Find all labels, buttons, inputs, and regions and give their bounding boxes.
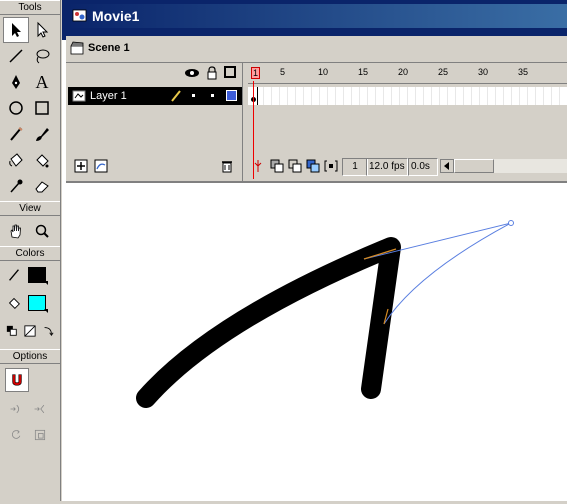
rotate-scale-row — [5, 424, 55, 446]
ruler-number: 10 — [318, 67, 329, 77]
eraser-tool-icon[interactable] — [29, 173, 55, 199]
subselect-tool-icon[interactable] — [29, 17, 55, 43]
colors-header: Colors — [0, 246, 60, 261]
options-area — [0, 364, 60, 450]
ruler-number: 20 — [398, 67, 409, 77]
layer-panel: Layer 1 — [66, 63, 243, 181]
ruler-number: 25 — [438, 67, 449, 77]
frame-row[interactable] — [248, 87, 567, 105]
smooth-straighten-row — [5, 398, 55, 420]
fill-bucket-icon — [4, 295, 24, 311]
no-color-icon[interactable] — [22, 323, 37, 339]
scroll-left-arrow-icon[interactable] — [440, 159, 454, 173]
layer-buttons — [66, 157, 242, 177]
tools-header: Tools — [0, 0, 60, 15]
text-tool-icon[interactable]: A — [29, 69, 55, 95]
tool-grid: A — [0, 15, 60, 201]
ink-bottle-tool-icon[interactable] — [3, 147, 29, 173]
lock-icon[interactable] — [206, 66, 218, 83]
frame-ruler[interactable]: 1 5 10 15 20 25 30 35 — [248, 63, 567, 84]
delete-layer-icon[interactable] — [220, 159, 234, 176]
paint-bucket-tool-icon[interactable] — [29, 147, 55, 173]
show-hide-eye-icon[interactable] — [184, 67, 200, 82]
view-grid — [0, 216, 60, 246]
edit-multiple-frames-icon[interactable] — [306, 159, 320, 176]
ruler-number: 5 — [280, 67, 286, 77]
elapsed-time: 0.0s — [408, 158, 438, 176]
line-tool-icon[interactable] — [3, 43, 29, 69]
dropper-tool-icon[interactable] — [3, 173, 29, 199]
visibility-dot[interactable] — [192, 94, 195, 97]
text-tool-glyph: A — [35, 71, 49, 92]
scale-icon[interactable] — [29, 424, 51, 446]
view-header: View — [0, 201, 60, 216]
options-header: Options — [0, 349, 60, 364]
brush-tool-icon[interactable] — [29, 121, 55, 147]
outline-toggle-icon[interactable] — [224, 66, 236, 78]
ruler-number: 15 — [358, 67, 369, 77]
snap-magnet-icon[interactable] — [5, 368, 29, 392]
edit-pencil-icon — [170, 89, 182, 106]
lock-dot[interactable] — [211, 94, 214, 97]
center-frame-icon[interactable] — [252, 159, 264, 176]
rectangle-tool-icon[interactable] — [29, 95, 55, 121]
clapperboard-icon — [70, 41, 84, 55]
stroke-pencil-icon — [4, 267, 24, 283]
pen-tool-icon[interactable] — [3, 69, 29, 95]
layer-name[interactable]: Layer 1 — [90, 90, 127, 102]
timeline: Layer 1 1 5 10 15 20 25 30 35 1 12.0 fps… — [66, 63, 567, 183]
layer-header — [66, 63, 242, 85]
onion-skin-outlines-icon[interactable] — [288, 159, 302, 176]
stage-drawing — [136, 220, 514, 408]
brush-stroke — [136, 237, 401, 408]
lasso-tool-icon[interactable] — [29, 43, 55, 69]
ruler-number: 1 — [251, 67, 261, 79]
timeline-scrollbar-track[interactable] — [494, 159, 567, 173]
swap-colors-icon[interactable] — [41, 323, 56, 339]
document-window: Movie1 Scene 1 Layer 1 1 5 10 15 20 25 3… — [62, 0, 567, 501]
hand-tool-icon[interactable] — [3, 218, 29, 244]
add-guide-layer-icon[interactable] — [94, 159, 108, 176]
tools-panel: Tools A View Colors Options — [0, 0, 61, 501]
timeline-scrollbar-thumb[interactable] — [454, 159, 494, 173]
fill-color-swatch[interactable] — [28, 295, 48, 313]
color-options-row — [0, 317, 60, 345]
smooth-icon[interactable] — [5, 398, 27, 420]
layer-outline-color[interactable] — [226, 90, 237, 101]
stage-canvas[interactable] — [66, 184, 567, 501]
layer-icon — [72, 90, 86, 105]
frame-rate[interactable]: 12.0 fps — [366, 158, 408, 176]
title-bar[interactable]: Movie1 — [62, 0, 567, 40]
onion-skin-icon[interactable] — [270, 159, 284, 176]
arrow-tool-icon[interactable] — [3, 17, 29, 43]
timeline-status-bar: 1 12.0 fps 0.0s — [248, 157, 567, 177]
rotate-icon[interactable] — [5, 424, 27, 446]
zoom-tool-icon[interactable] — [29, 218, 55, 244]
title-bar-gradient: Movie1 — [66, 4, 567, 28]
pencil-tool-icon[interactable] — [3, 121, 29, 147]
stroke-color-row — [0, 261, 60, 289]
anchor-point — [508, 220, 514, 226]
flash-document-icon — [72, 9, 87, 22]
scene-label[interactable]: Scene 1 — [88, 42, 130, 54]
default-colors-icon[interactable] — [4, 323, 19, 339]
insert-layer-icon[interactable] — [74, 159, 88, 176]
ruler-number: 35 — [518, 67, 529, 77]
current-frame: 1 — [342, 158, 368, 176]
scene-bar: Scene 1 — [66, 36, 567, 63]
modify-onion-markers-icon[interactable] — [324, 159, 338, 176]
oval-tool-icon[interactable] — [3, 95, 29, 121]
ruler-number: 30 — [478, 67, 489, 77]
fill-color-row — [0, 289, 60, 317]
frames-area: 1 5 10 15 20 25 30 35 1 12.0 fps 0.0s — [248, 63, 567, 181]
stroke-color-swatch[interactable] — [28, 267, 48, 285]
layer-row[interactable]: Layer 1 — [68, 87, 242, 105]
straighten-icon[interactable] — [29, 398, 51, 420]
window-title: Movie1 — [92, 8, 140, 24]
